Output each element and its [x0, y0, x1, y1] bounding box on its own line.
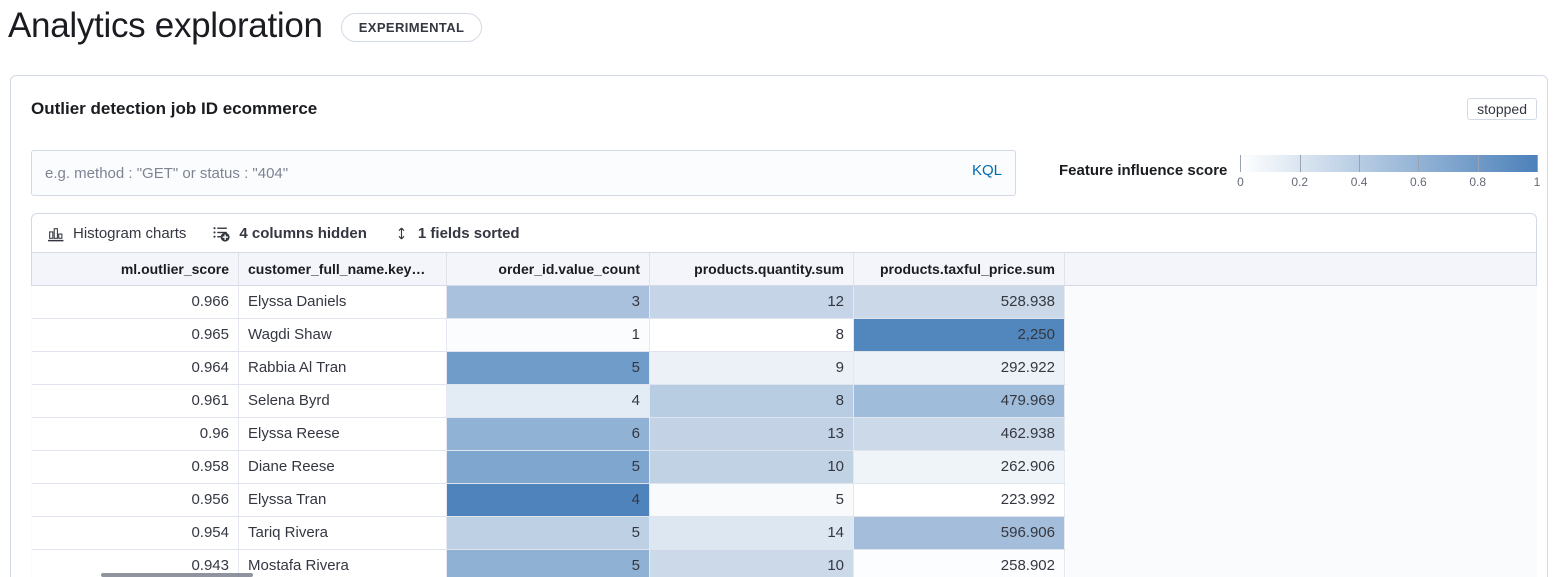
table-row: 0.96Elyssa Reese613462.938 [32, 418, 1066, 451]
outlier-exploration-panel: Outlier detection job ID ecommerce stopp… [10, 75, 1548, 577]
grid-cell[interactable]: Rabbia Al Tran [239, 352, 447, 384]
grid-cell[interactable]: 0.966 [32, 286, 239, 318]
legend-tick-line [1300, 155, 1301, 172]
grid-header-row: ml.outlier_scorecustomer_full_name.key…o… [31, 253, 1537, 286]
legend-label: Feature influence score [1059, 155, 1227, 179]
grid-cell[interactable]: 8 [650, 319, 854, 351]
legend-gradient-bar [1240, 155, 1537, 172]
grid-cell[interactable]: 10 [650, 451, 854, 483]
job-status-badge: stopped [1467, 98, 1537, 120]
grid-cell[interactable]: 6 [447, 418, 650, 450]
histogram-icon [47, 225, 64, 242]
fields-sorted-label: 1 fields sorted [418, 225, 520, 242]
grid-cell[interactable]: 5 [447, 517, 650, 549]
grid-cell[interactable]: Elyssa Reese [239, 418, 447, 450]
legend-tick-line [1240, 155, 1241, 172]
experimental-badge: EXPERIMENTAL [341, 13, 483, 42]
page-title: Analytics exploration [8, 6, 323, 46]
legend-tick-label: 0.6 [1410, 175, 1427, 189]
grid-cell[interactable]: 528.938 [854, 286, 1065, 318]
legend-tick-line [1418, 155, 1419, 172]
grid-cell[interactable]: 0.964 [32, 352, 239, 384]
grid-cell[interactable]: 0.958 [32, 451, 239, 483]
grid-cell[interactable]: Elyssa Daniels [239, 286, 447, 318]
page-header: Analytics exploration EXPERIMENTAL [0, 0, 1558, 46]
table-row: 0.954Tariq Rivera514596.906 [32, 517, 1066, 550]
grid-cell[interactable]: 4 [447, 385, 650, 417]
table-row: 0.965Wagdi Shaw182,250 [32, 319, 1066, 352]
grid-cell[interactable]: 462.938 [854, 418, 1065, 450]
column-header[interactable]: customer_full_name.key… [239, 253, 447, 285]
feature-influence-legend: Feature influence score 00.20.40.60.81 [1059, 150, 1537, 191]
grid-cell[interactable]: 5 [447, 550, 650, 577]
horizontal-scrollbar-thumb[interactable] [101, 573, 253, 577]
column-header[interactable]: ml.outlier_score [32, 253, 239, 285]
table-row: 0.958Diane Reese510262.906 [32, 451, 1066, 484]
column-header[interactable]: order_id.value_count [447, 253, 650, 285]
grid-cell[interactable]: Mostafa Rivera [239, 550, 447, 577]
table-row: 0.956Elyssa Tran45223.992 [32, 484, 1066, 517]
legend-tick-line [1478, 155, 1479, 172]
grid-cell[interactable]: Wagdi Shaw [239, 319, 447, 351]
fields-sorted-button[interactable]: 1 fields sorted [394, 225, 520, 242]
grid-cell[interactable]: 0.954 [32, 517, 239, 549]
grid-cell[interactable]: 258.902 [854, 550, 1065, 577]
grid-cell[interactable]: 479.969 [854, 385, 1065, 417]
grid-cell[interactable]: 2,250 [854, 319, 1065, 351]
legend-tick-label: 0.8 [1469, 175, 1486, 189]
grid-body: 0.966Elyssa Daniels312528.9380.965Wagdi … [31, 286, 1537, 577]
kql-language-button[interactable]: KQL [972, 162, 1002, 179]
legend-scale: 00.20.40.60.81 [1240, 155, 1537, 191]
grid-cell[interactable]: Selena Byrd [239, 385, 447, 417]
legend-tick-line [1359, 155, 1360, 172]
grid-cell[interactable]: Diane Reese [239, 451, 447, 483]
grid-cell[interactable]: 8 [650, 385, 854, 417]
column-list-add-icon [213, 225, 230, 242]
grid-cell[interactable]: 4 [447, 484, 650, 516]
table-row: 0.961Selena Byrd48479.969 [32, 385, 1066, 418]
legend-tick-label: 0 [1237, 175, 1244, 189]
query-row: KQL Feature influence score 0 0.2 0.4 0.6 0.… [31, 150, 1537, 196]
legend-tick-label: 0.4 [1351, 175, 1368, 189]
grid-cell[interactable]: 262.906 [854, 451, 1065, 483]
grid-toolbar: Histogram charts 4 columns hidden [31, 213, 1537, 253]
sort-icon [394, 225, 409, 242]
grid-cell[interactable]: 1 [447, 319, 650, 351]
grid-cell[interactable]: 14 [650, 517, 854, 549]
legend-tick-label: 1 [1534, 175, 1541, 189]
grid-cell[interactable]: 5 [650, 484, 854, 516]
grid-cell[interactable]: 9 [650, 352, 854, 384]
job-title: Outlier detection job ID ecommerce [31, 99, 317, 119]
column-header[interactable]: products.quantity.sum [650, 253, 854, 285]
grid-cell[interactable]: Tariq Rivera [239, 517, 447, 549]
legend-tick-label: 0.2 [1291, 175, 1308, 189]
grid-cell[interactable]: 12 [650, 286, 854, 318]
panel-header: Outlier detection job ID ecommerce stopp… [31, 96, 1537, 122]
grid-cell[interactable]: 596.906 [854, 517, 1065, 549]
table-row: 0.964Rabbia Al Tran59292.922 [32, 352, 1066, 385]
grid-cell[interactable]: 0.965 [32, 319, 239, 351]
grid-cell[interactable]: 0.956 [32, 484, 239, 516]
grid-cell[interactable]: 223.992 [854, 484, 1065, 516]
grid-cell[interactable]: 3 [447, 286, 650, 318]
grid-cell[interactable]: 0.96 [32, 418, 239, 450]
grid-cell[interactable]: 0.961 [32, 385, 239, 417]
legend-tick-line [1537, 155, 1538, 172]
histogram-charts-label: Histogram charts [73, 225, 186, 242]
kql-search-input[interactable] [31, 150, 1016, 196]
grid-cell[interactable]: 10 [650, 550, 854, 577]
histogram-charts-button[interactable]: Histogram charts [47, 225, 186, 242]
columns-hidden-label: 4 columns hidden [239, 225, 367, 242]
legend-ticks: 00.20.40.60.81 [1240, 175, 1537, 191]
grid-cell[interactable]: 292.922 [854, 352, 1065, 384]
columns-hidden-button[interactable]: 4 columns hidden [213, 225, 367, 242]
grid-cell[interactable]: 5 [447, 352, 650, 384]
grid-cell[interactable]: Elyssa Tran [239, 484, 447, 516]
grid-cell[interactable]: 13 [650, 418, 854, 450]
table-row: 0.966Elyssa Daniels312528.938 [32, 286, 1066, 319]
grid-cell[interactable]: 5 [447, 451, 650, 483]
search-box: KQL [31, 150, 1016, 196]
column-header[interactable]: products.taxful_price.sum [854, 253, 1065, 285]
